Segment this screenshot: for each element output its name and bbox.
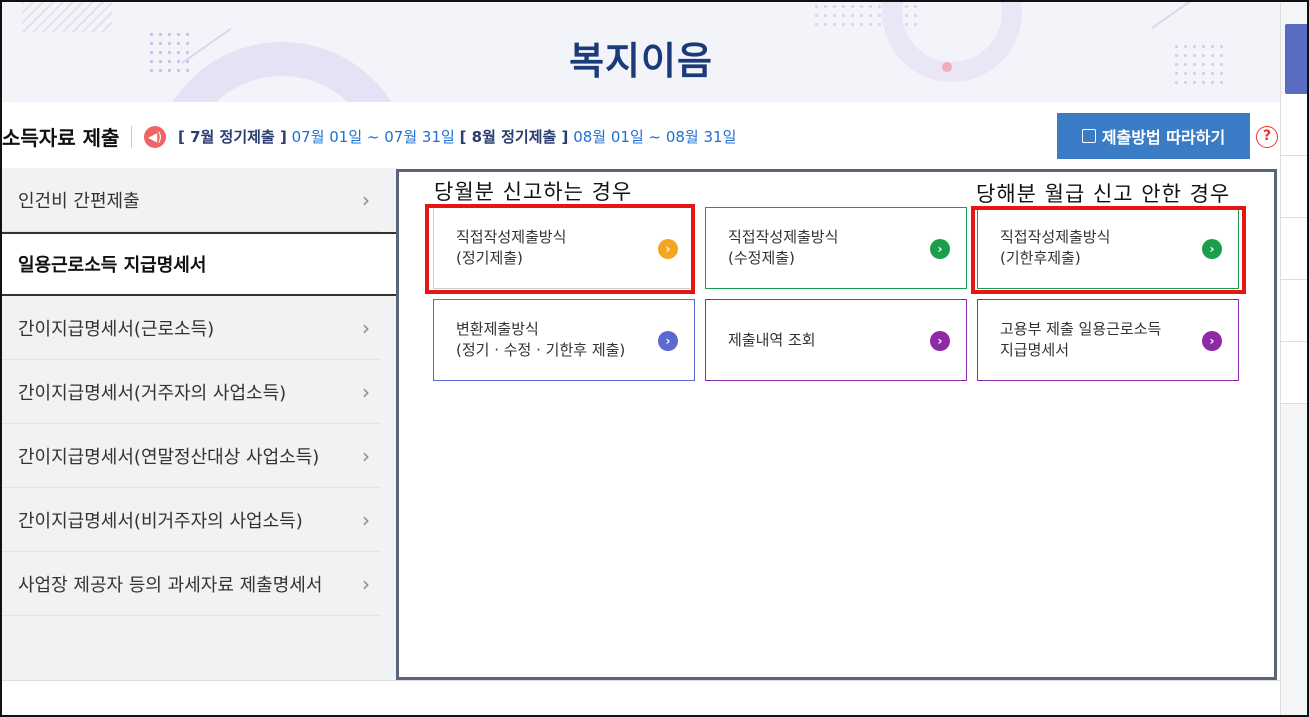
- highlight-box-late: [971, 206, 1246, 294]
- sidebar-item-year-end-business[interactable]: 간이지급명세서(연말정산대상 사업소득) ›: [2, 424, 380, 488]
- edit-check-icon: [1081, 129, 1096, 143]
- chevron-right-icon: ›: [362, 188, 370, 212]
- arrow-right-icon: ›: [658, 331, 678, 351]
- card-submission-history[interactable]: 제출내역 조회 ›: [705, 299, 967, 381]
- app-title: 복지이음: [569, 39, 713, 83]
- header-banner: 복지이음: [2, 2, 1280, 102]
- sidebar-item-label: 일용근로소득 지급명세서: [18, 255, 207, 276]
- sidebar-item-daily-wage[interactable]: 일용근로소득 지급명세서: [2, 232, 398, 296]
- sidebar-item-label: 간이지급명세서(근로소득): [18, 318, 215, 340]
- card-line1: 제출내역 조회: [728, 330, 816, 349]
- sidebar-item-resident-business[interactable]: 간이지급명세서(거주자의 사업소득) ›: [2, 360, 380, 424]
- chevron-right-icon: ›: [362, 380, 370, 404]
- card-line1: 고용부 제출 일용근로소득: [1000, 320, 1162, 338]
- submission-period-notice: [ 7월 정기제출 ] 07월 01일 ~ 07월 31일 [ 8월 정기제출 …: [178, 126, 736, 147]
- arrow-right-icon: ›: [1202, 331, 1222, 351]
- notice-dates-august: 08월 01일 ~ 08월 31일: [573, 128, 737, 146]
- notice-label-july: [ 7월 정기제출 ]: [178, 128, 287, 146]
- sidebar-item-nonresident-business[interactable]: 간이지급명세서(비거주자의 사업소득) ›: [2, 488, 380, 552]
- sidebar-item-label: 사업장 제공자 등의 과세자료 제출명세서: [18, 574, 323, 596]
- app-frame: 복지이음 소득자료 제출 ◀) [ 7월 정기제출 ] 07월 01일 ~ 07…: [0, 0, 1309, 717]
- highlight-box-regular: [425, 204, 695, 294]
- sub-header: 소득자료 제출 ◀) [ 7월 정기제출 ] 07월 01일 ~ 07월 31일…: [2, 102, 1280, 168]
- notice-dates-july: 07월 01일 ~ 07월 31일: [291, 128, 455, 146]
- sidebar-item-taxation-data[interactable]: 사업장 제공자 등의 과세자료 제출명세서 ›: [2, 552, 380, 616]
- submission-guide-button[interactable]: 제출방법 따라하기: [1057, 113, 1250, 159]
- submission-guide-label: 제출방법 따라하기: [1101, 128, 1226, 147]
- sidebar-item-label: 간이지급명세서(비거주자의 사업소득): [18, 510, 303, 532]
- annotation-current-month: 당월분 신고하는 경우: [434, 180, 633, 204]
- speaker-icon: ◀): [144, 126, 166, 148]
- annotation-unreported-salary: 당해분 월급 신고 안한 경우: [976, 182, 1231, 206]
- card-line1: 직접작성제출방식: [728, 228, 839, 246]
- card-line2: (수정제출): [728, 249, 795, 267]
- notice-label-august: [ 8월 정기제출 ]: [459, 128, 569, 146]
- card-line1: 변환제출방식: [456, 320, 539, 338]
- help-icon[interactable]: ?: [1256, 126, 1278, 148]
- sidebar-item-label: 간이지급명세서(거주자의 사업소득): [18, 382, 287, 404]
- card-convert-submit[interactable]: 변환제출방식 (정기 · 수정 · 기한후 제출) ›: [433, 299, 695, 381]
- card-moel-daily-wage[interactable]: 고용부 제출 일용근로소득지급명세서 ›: [977, 299, 1239, 381]
- sidebar-item-label: 인건비 간편제출: [18, 190, 140, 212]
- sidebar-menu: 인건비 간편제출 › 일용근로소득 지급명세서 간이지급명세서(근로소득) › …: [2, 168, 398, 681]
- chevron-right-icon: ›: [362, 444, 370, 468]
- chevron-right-icon: ›: [362, 316, 370, 340]
- arrow-right-icon: ›: [930, 331, 950, 351]
- sidebar-item-label: 간이지급명세서(연말정산대상 사업소득): [18, 446, 320, 468]
- sidebar-item-labor-cost[interactable]: 인건비 간편제출 ›: [2, 168, 380, 232]
- card-line2: (정기 · 수정 · 기한후 제출): [456, 341, 626, 359]
- scrollbar-thumb[interactable]: [1285, 24, 1307, 94]
- right-scroll-area[interactable]: [1280, 2, 1307, 715]
- arrow-right-icon: ›: [930, 239, 950, 259]
- card-line2: 지급명세서: [1000, 341, 1070, 359]
- chevron-right-icon: ›: [362, 508, 370, 532]
- card-direct-amend[interactable]: 직접작성제출방식 (수정제출) ›: [705, 207, 967, 289]
- section-title: 소득자료 제출: [2, 126, 120, 150]
- sidebar-item-simple-earned-income[interactable]: 간이지급명세서(근로소득) ›: [2, 296, 380, 360]
- chevron-right-icon: ›: [362, 572, 370, 596]
